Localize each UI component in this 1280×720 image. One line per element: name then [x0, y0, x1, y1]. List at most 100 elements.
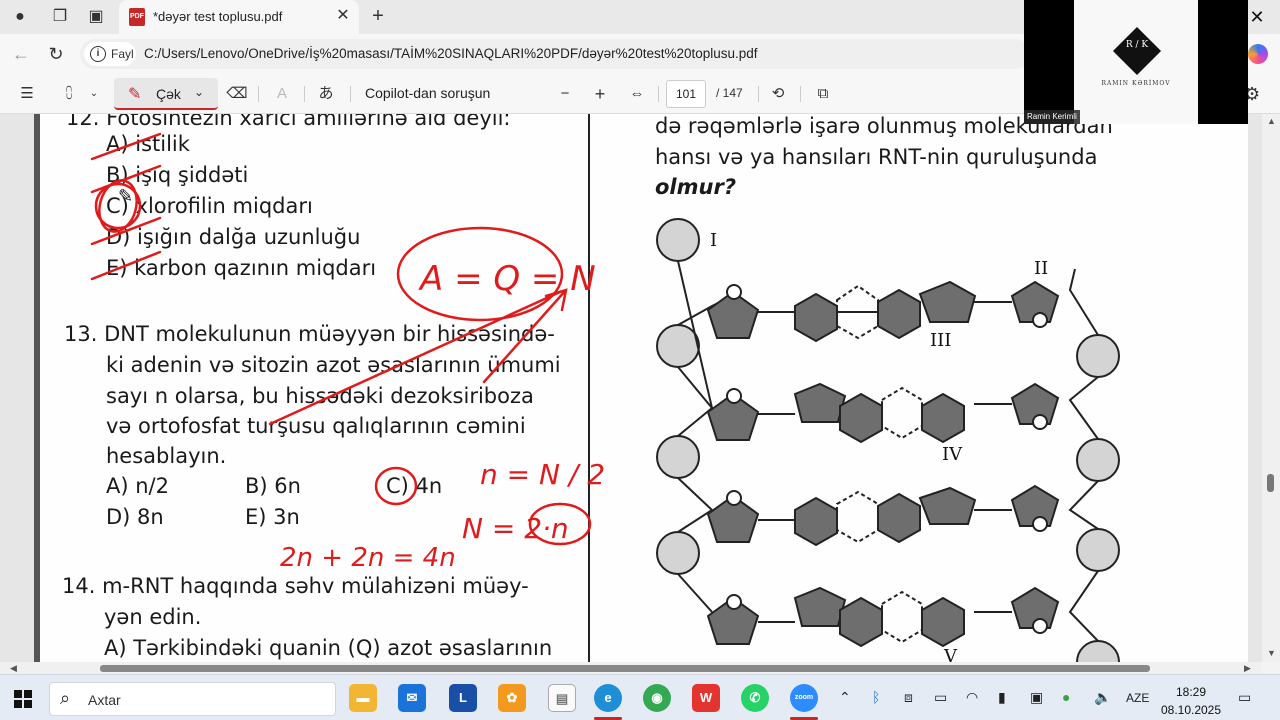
vertical-scrollbar[interactable]: ▲ ▼ [1262, 114, 1280, 662]
tab-active[interactable]: PDF *dəyər test toplusu.pdf ✕ [119, 0, 359, 34]
translate-icon[interactable]: あ [314, 83, 338, 105]
dashed-hexagon [881, 590, 923, 644]
logo-text: R / K [1125, 40, 1149, 50]
clock[interactable]: 18:29 08.10.2025 [1160, 683, 1222, 719]
file-explorer-icon[interactable]: ▬ [349, 684, 377, 712]
notifications-icon[interactable]: ▭ [1238, 689, 1251, 706]
site-info-button[interactable]: i Fayl [84, 42, 136, 66]
base-hexagon [877, 492, 921, 544]
pen-icon: ✎ [128, 86, 142, 103]
ink-note-1: A = Q = N [418, 259, 596, 299]
contents-icon[interactable]: ☰ [16, 83, 38, 105]
workspaces-icon[interactable]: ❐ [50, 7, 70, 27]
page-number-input[interactable]: 101 [666, 80, 706, 108]
show-hidden-icons-icon[interactable]: ⌃ [839, 689, 851, 706]
copilot-icon[interactable] [1248, 44, 1268, 64]
wps-icon[interactable]: W [692, 684, 720, 712]
zoom-icon[interactable]: zoom [790, 684, 818, 712]
tab-title: *dəyər test toplusu.pdf [153, 9, 283, 24]
page-view-icon[interactable]: ⧉ [812, 83, 834, 105]
base-hexagon [794, 496, 838, 547]
phosphate-circle [1076, 438, 1120, 482]
zoom-in-icon[interactable]: + [589, 83, 611, 105]
pdf-icon: PDF [129, 8, 145, 26]
webcam-overlay: R / K RAMIN KƏRİMOV [1024, 0, 1248, 124]
pdf-viewer[interactable]: 12. Fotosintezin xarici amillərinə aid d… [0, 114, 1280, 662]
read-aloud-icon[interactable]: A [270, 83, 294, 105]
phosphate-circle [656, 324, 700, 368]
url-field[interactable]: i Fayl C:/Users/Lenovo/OneDrive/İş%20mas… [80, 39, 1030, 69]
microphone-icon[interactable]: ▮ [998, 689, 1006, 706]
phosphate-circle [1076, 334, 1120, 378]
new-tab-icon[interactable]: + [367, 5, 389, 27]
divider [350, 86, 351, 102]
label-i: I [710, 230, 717, 251]
tray-app-icon[interactable]: ▣ [1030, 689, 1043, 706]
logo-signature: RAMIN KƏRİMOV [1101, 80, 1171, 87]
info-icon: i [90, 46, 106, 62]
divider [800, 86, 801, 102]
rotate-icon[interactable]: ⟲ [767, 83, 789, 105]
draw-button[interactable]: ✎ Çək ⌄ [114, 78, 218, 110]
scroll-left-icon[interactable]: ◀ [10, 663, 17, 674]
divider [758, 86, 759, 102]
label-ii: II [1034, 258, 1048, 279]
ink-annotations: A = Q = N n = N / 2 N = 2·n 2n + 2n = 4n [90, 132, 605, 573]
tray-app-icon[interactable]: ⧈ [904, 689, 913, 706]
base-pentagon [918, 486, 977, 525]
divider [258, 86, 259, 102]
notepad-icon[interactable]: ▤ [548, 684, 576, 712]
divider [658, 86, 659, 102]
participant-name-tag: Ramin Kerimli [1024, 110, 1080, 124]
search-icon: ⌕ [60, 688, 71, 708]
right-question-line-2: hansı və ya hansıları RNT-nin quruluşund… [655, 145, 1098, 169]
vertical-scroll-thumb[interactable] [1267, 474, 1274, 492]
mail-icon[interactable]: ✉ [398, 684, 426, 712]
copilot-ask-button[interactable]: Copilot-dan soruşun [365, 85, 490, 101]
pencil-cursor-icon: ✎ [118, 186, 134, 206]
close-tab-icon[interactable]: ✕ [333, 6, 353, 26]
tab-actions-icon[interactable]: ▣ [86, 7, 106, 27]
profile-icon[interactable]: ● [10, 7, 30, 27]
phosphate-circle [656, 218, 700, 262]
horizontal-scrollbar[interactable]: ◀ ▶ [0, 662, 1262, 674]
scroll-up-icon[interactable]: ▲ [1267, 116, 1276, 126]
base-pentagon [793, 586, 847, 627]
whatsapp-icon[interactable]: ✆ [741, 684, 769, 712]
app-icon[interactable]: ✿ [498, 684, 526, 712]
refresh-icon[interactable]: ↻ [45, 43, 67, 65]
bluetooth-icon[interactable]: ᛒ [872, 689, 880, 705]
zoom-out-icon[interactable]: − [554, 83, 576, 105]
phosphate-circle [656, 531, 700, 575]
logo-diamond [1112, 26, 1162, 76]
chrome-icon[interactable]: ◉ [643, 684, 671, 712]
highlight-chevron-icon[interactable]: ⌄ [86, 83, 102, 105]
battery-icon[interactable]: ▭ [934, 689, 947, 706]
tray-app-icon[interactable]: ● [1062, 689, 1070, 705]
language-indicator[interactable]: AZE [1126, 691, 1149, 705]
logo-card: R / K RAMIN KƏRİMOV [1074, 0, 1198, 124]
base-hexagon [839, 596, 883, 648]
window-close-icon[interactable]: ✕ [1246, 6, 1268, 28]
phosphate-circle [1076, 640, 1120, 662]
edge-icon[interactable]: e [594, 684, 622, 712]
phosphate-circle [1076, 528, 1120, 572]
dashed-hexagon [836, 490, 879, 544]
label-iv: IV [942, 444, 963, 465]
wifi-icon[interactable]: ◠ [966, 689, 978, 706]
horizontal-scroll-thumb[interactable] [100, 665, 1150, 672]
highlight-icon[interactable]: ⩇ [58, 83, 80, 105]
base-hexagon [839, 392, 883, 444]
back-icon[interactable]: ← [10, 43, 32, 65]
scroll-down-icon[interactable]: ▼ [1267, 648, 1276, 658]
base-pentagon [793, 382, 847, 423]
lenovo-app-icon[interactable]: L [449, 684, 477, 712]
fit-page-icon[interactable]: ⇔ [626, 83, 648, 105]
volume-icon[interactable]: 🔈 [1094, 689, 1111, 706]
windows-start-icon[interactable] [14, 690, 32, 708]
phosphate-circle [656, 435, 700, 479]
scroll-right-icon[interactable]: ▶ [1244, 663, 1251, 674]
ink-note-3: N = 2·n [462, 512, 569, 545]
eraser-icon[interactable]: ⌫ [226, 83, 248, 105]
taskbar-search[interactable]: ⌕ Axtar [49, 682, 336, 716]
